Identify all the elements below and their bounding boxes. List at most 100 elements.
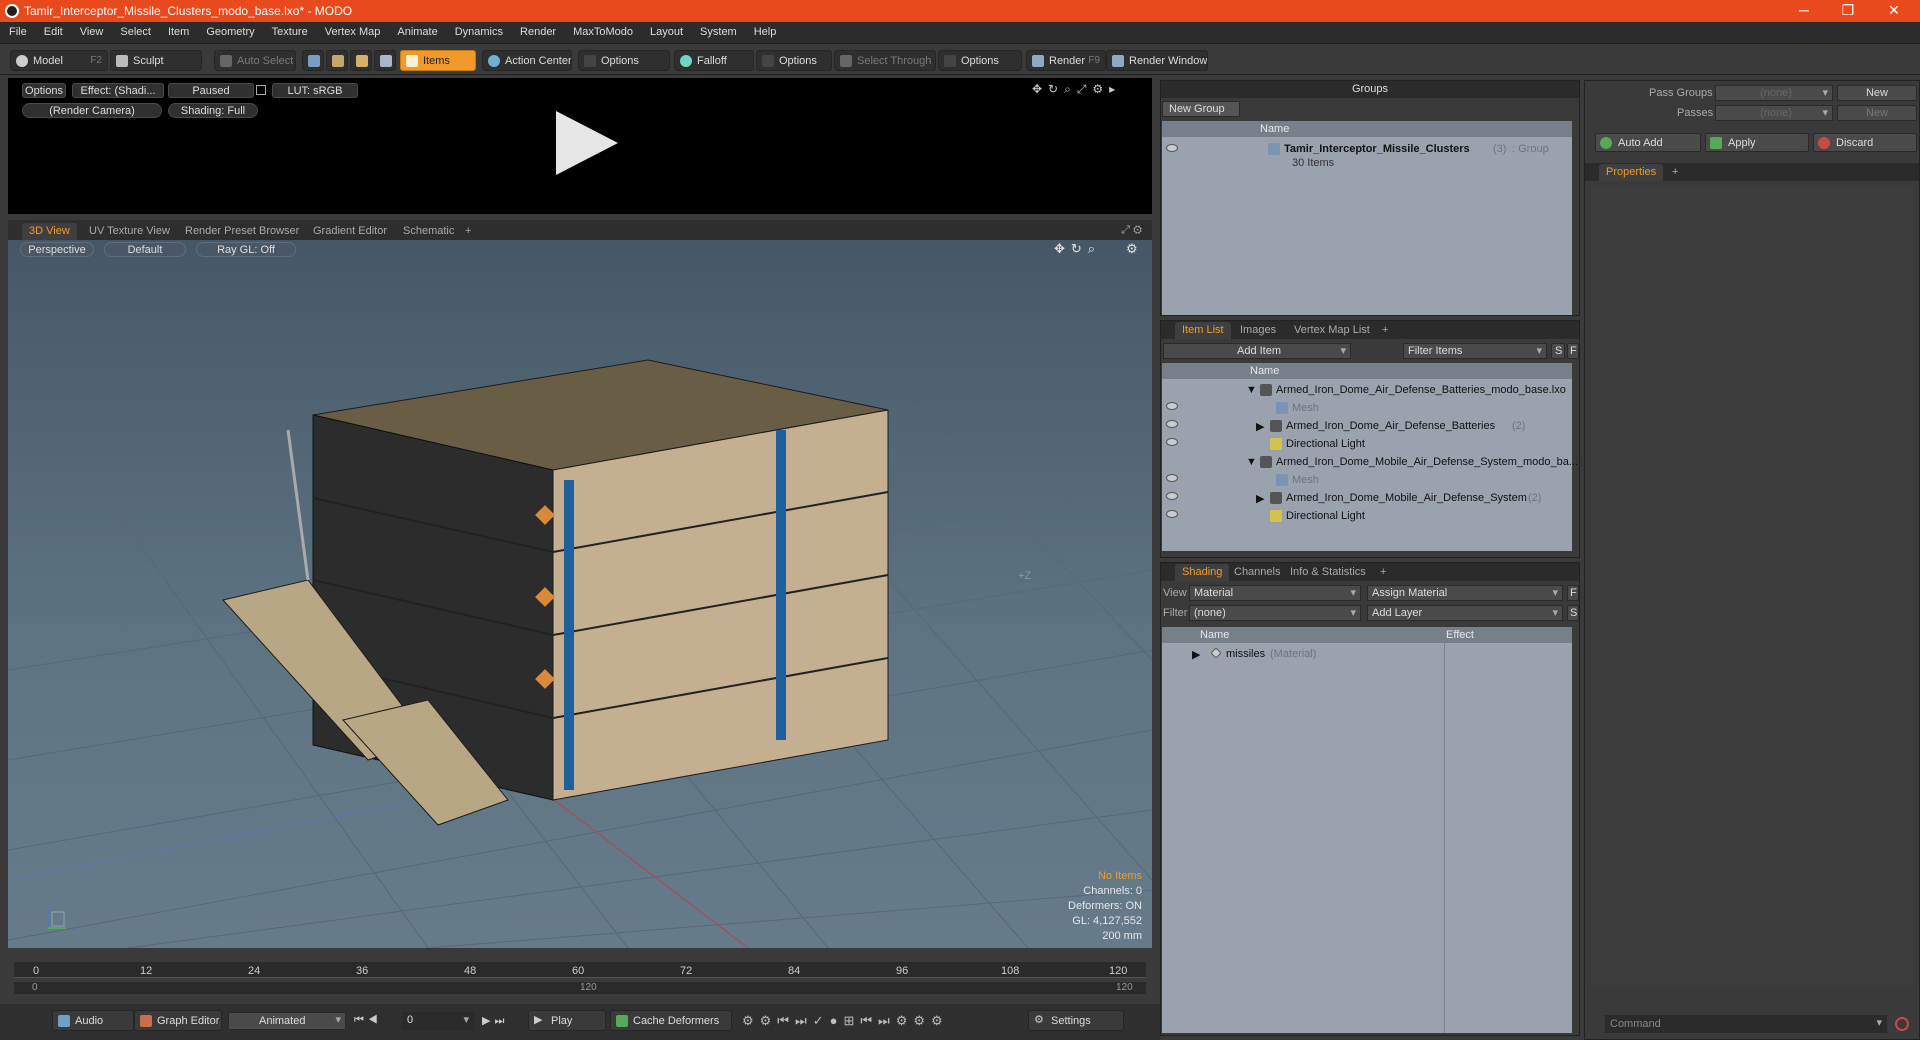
tab-vertex-map-list[interactable]: Vertex Map List bbox=[1287, 322, 1377, 339]
viewport-settings-icon[interactable]: ⚙ bbox=[1126, 241, 1138, 257]
restore-button[interactable]: ❐ bbox=[1828, 2, 1868, 19]
tab-uv-texture-view[interactable]: UV Texture View bbox=[82, 223, 177, 240]
s-button[interactable]: S bbox=[1567, 605, 1579, 621]
effect-dropdown[interactable]: Effect: (Shadi... bbox=[72, 83, 164, 98]
list-item[interactable]: Directional Light bbox=[1162, 507, 1572, 525]
assign-material-dropdown[interactable]: Assign Material bbox=[1367, 585, 1563, 601]
settings-button[interactable]: ⚙ Settings bbox=[1028, 1010, 1124, 1031]
lut-dropdown[interactable]: LUT: sRGB bbox=[272, 83, 358, 98]
render-window-button[interactable]: Render Window bbox=[1106, 50, 1208, 71]
menu-vertex-map[interactable]: Vertex Map bbox=[316, 22, 389, 38]
menu-item[interactable]: Item bbox=[159, 22, 197, 38]
menu-edit[interactable]: Edit bbox=[35, 22, 71, 38]
preview-options-button[interactable]: Options bbox=[22, 83, 66, 98]
render-preview[interactable]: Options Effect: (Shadi... Paused LUT: sR… bbox=[8, 78, 1152, 214]
shader-row[interactable]: ▶ missiles (Material) bbox=[1162, 645, 1572, 663]
falloff-button[interactable]: Falloff bbox=[674, 50, 754, 71]
key-tool-icons[interactable]: ⚙⚙⏮⏭✓●⊞⏮⏭⚙⚙⚙ bbox=[742, 1013, 949, 1029]
expand-arrow-icon[interactable]: ▶ bbox=[1256, 420, 1264, 433]
list-item[interactable]: ▼ Armed_Iron_Dome_Air_Defense_Batteries_m… bbox=[1162, 381, 1572, 399]
tab-info-statistics[interactable]: Info & Statistics bbox=[1283, 564, 1373, 581]
tab-schematic[interactable]: Schematic bbox=[396, 223, 461, 240]
viewport-nav-icons[interactable]: ✥↻⌕ bbox=[1054, 241, 1101, 257]
menu-help[interactable]: Help bbox=[745, 22, 785, 38]
prev-key-icons[interactable]: ⏮◀ bbox=[354, 1014, 382, 1027]
s-button[interactable]: S bbox=[1551, 343, 1565, 359]
visibility-eye-icon[interactable] bbox=[1166, 510, 1178, 518]
play-button[interactable]: ▶ Play bbox=[528, 1010, 606, 1031]
discard-button[interactable]: Discard bbox=[1813, 133, 1917, 152]
filter-dropdown[interactable]: (none) bbox=[1189, 605, 1361, 621]
menu-dynamics[interactable]: Dynamics bbox=[446, 22, 511, 38]
new-pass-group-button[interactable]: New bbox=[1837, 85, 1917, 101]
new-pass-button[interactable]: New bbox=[1837, 105, 1917, 121]
visibility-eye-icon[interactable] bbox=[1166, 402, 1178, 410]
menu-file[interactable]: File bbox=[0, 22, 35, 38]
edge-mode-button[interactable] bbox=[326, 50, 348, 71]
tab-shading[interactable]: Shading bbox=[1175, 564, 1230, 581]
list-item[interactable]: Mesh bbox=[1162, 399, 1572, 417]
play-icon[interactable] bbox=[556, 111, 618, 175]
polygon-mode-button[interactable] bbox=[350, 50, 372, 71]
pass-groups-dropdown[interactable]: (none) bbox=[1715, 85, 1833, 101]
model-button[interactable]: Model F2 bbox=[10, 50, 108, 71]
visibility-eye-icon[interactable] bbox=[1166, 492, 1178, 500]
menu-texture[interactable]: Texture bbox=[263, 22, 316, 38]
graph-editor-button[interactable]: Graph Editor bbox=[134, 1010, 222, 1031]
group-row[interactable]: Tamir_Interceptor_Missile_Clusters (3) :… bbox=[1162, 141, 1572, 171]
action-center-button[interactable]: Action Center bbox=[482, 50, 572, 71]
frame-input[interactable]: 0 bbox=[402, 1012, 474, 1030]
tab-render-preset-browser[interactable]: Render Preset Browser bbox=[178, 223, 306, 240]
next-key-icons[interactable]: ▶⏭ bbox=[482, 1014, 508, 1028]
command-input[interactable]: Command bbox=[1605, 1015, 1887, 1033]
visibility-eye-icon[interactable] bbox=[1166, 420, 1178, 428]
3d-viewport[interactable]: Perspective Default Ray GL: Off ✥↻⌕ ⚙ +Z… bbox=[8, 240, 1152, 948]
items-button[interactable]: Items bbox=[400, 50, 476, 71]
expand-arrow-icon[interactable]: ▶ bbox=[1192, 648, 1200, 661]
material-mode-button[interactable] bbox=[374, 50, 396, 71]
tab-images[interactable]: Images bbox=[1233, 322, 1283, 339]
passes-dropdown[interactable]: (none) bbox=[1715, 105, 1833, 121]
tab-3d-view[interactable]: 3D View bbox=[22, 223, 77, 240]
add-tab-button[interactable]: + bbox=[458, 223, 478, 240]
menu-view[interactable]: View bbox=[71, 22, 112, 38]
menu-layout[interactable]: Layout bbox=[641, 22, 691, 38]
raygl-dropdown[interactable]: Ray GL: Off bbox=[196, 242, 296, 257]
add-tab-button[interactable]: + bbox=[1373, 564, 1393, 581]
menu-animate[interactable]: Animate bbox=[388, 22, 445, 38]
select-through-button[interactable]: Select Through bbox=[834, 50, 936, 71]
menu-select[interactable]: Select bbox=[111, 22, 159, 38]
auto-add-button[interactable]: Auto Add bbox=[1595, 133, 1701, 152]
preview-nav-icons[interactable]: ✥↻⌕⤢⚙▸ bbox=[1032, 82, 1121, 97]
expand-arrow-icon[interactable]: ▶ bbox=[1256, 492, 1264, 505]
falloff-options-button[interactable]: Options bbox=[756, 50, 832, 71]
add-tab-button[interactable]: + bbox=[1665, 164, 1685, 181]
action-options-button[interactable]: Options bbox=[578, 50, 670, 71]
viewport-expand-icon[interactable]: ⤢ ⚙ bbox=[1121, 224, 1142, 237]
paused-button[interactable]: Paused bbox=[168, 83, 254, 98]
list-item[interactable]: Mesh bbox=[1162, 471, 1572, 489]
minimize-button[interactable]: ─ bbox=[1784, 2, 1824, 18]
filter-items-input[interactable]: Filter Items bbox=[1403, 343, 1547, 359]
menu-system[interactable]: System bbox=[691, 22, 745, 38]
apply-button[interactable]: Apply bbox=[1705, 133, 1809, 152]
view-dropdown[interactable]: Material bbox=[1189, 585, 1361, 601]
select-options-button[interactable]: Options bbox=[938, 50, 1022, 71]
list-item[interactable]: ▶ Armed_Iron_Dome_Mobile_Air_Defense_Syst… bbox=[1162, 489, 1572, 507]
default-dropdown[interactable]: Default bbox=[104, 242, 186, 257]
lock-icon[interactable] bbox=[256, 85, 266, 95]
shading-dropdown[interactable]: Shading: Full bbox=[168, 103, 258, 118]
new-group-button[interactable]: New Group bbox=[1162, 101, 1240, 117]
render-camera-dropdown[interactable]: (Render Camera) bbox=[22, 103, 162, 118]
menu-maxtomodo[interactable]: MaxToModo bbox=[564, 22, 641, 38]
tab-properties[interactable]: Properties bbox=[1599, 164, 1664, 181]
vertex-mode-button[interactable] bbox=[302, 50, 324, 71]
add-layer-dropdown[interactable]: Add Layer bbox=[1367, 605, 1563, 621]
list-item[interactable]: Directional Light bbox=[1162, 435, 1572, 453]
add-item-dropdown[interactable]: Add Item bbox=[1163, 343, 1351, 359]
audio-button[interactable]: Audio bbox=[52, 1010, 134, 1031]
list-item[interactable]: ▶ Armed_Iron_Dome_Air_Defense_Batteries (2… bbox=[1162, 417, 1572, 435]
tab-channels[interactable]: Channels bbox=[1227, 564, 1287, 581]
timeline[interactable]: 0 12 24 36 48 60 72 84 96 108 120 0 120 … bbox=[8, 958, 1152, 998]
sculpt-button[interactable]: Sculpt bbox=[110, 50, 202, 71]
